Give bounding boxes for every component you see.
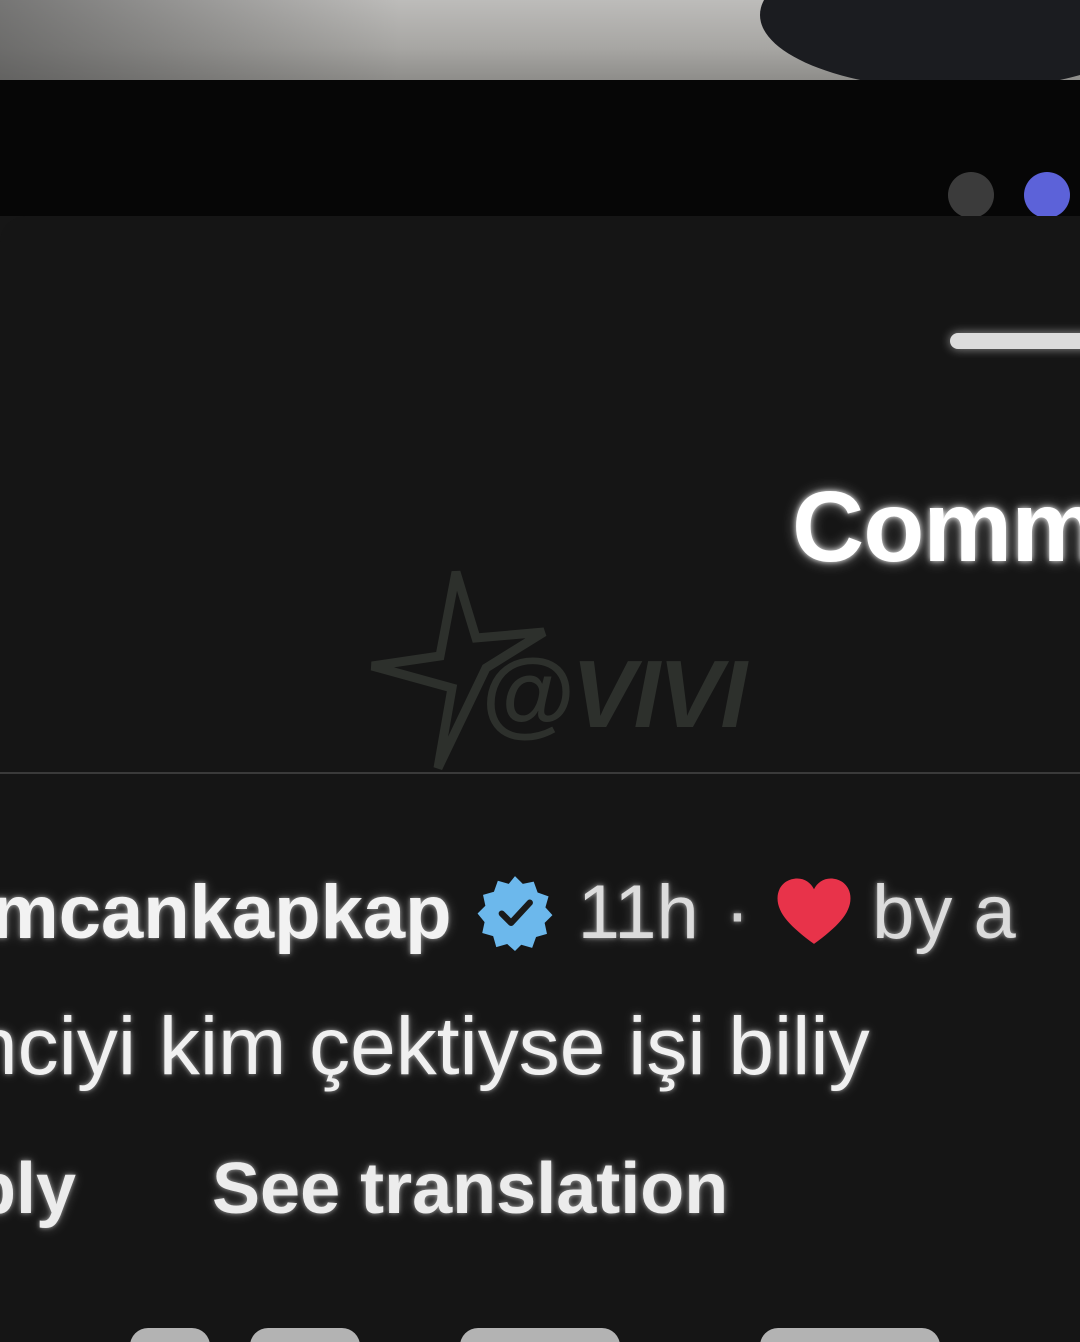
heart-icon — [777, 878, 851, 944]
carousel-dot — [948, 172, 994, 218]
comment-text: nciyi kim çektiyse işi biliy — [0, 1001, 870, 1092]
comment-header: imcankapkap 11h · by a — [0, 862, 1016, 962]
carousel-dot-active — [1024, 172, 1070, 218]
divider — [0, 772, 1080, 774]
watermark-text: @VIVI — [480, 641, 747, 748]
comment-actions: ply See translation — [0, 1148, 728, 1230]
comment-username[interactable]: imcankapkap — [0, 869, 452, 956]
carousel-indicator — [948, 172, 1070, 218]
screen: Comm @VIVI imcankapkap 11h · by a nciyi … — [0, 0, 1080, 1342]
reply-button[interactable]: ply — [0, 1148, 76, 1230]
verified-badge-icon — [477, 876, 553, 951]
sheet-drag-handle[interactable] — [950, 333, 1080, 349]
comment-time: 11h — [577, 869, 699, 955]
sheet-title: Comm — [792, 471, 1080, 583]
liked-by-author: by a — [872, 869, 1016, 955]
see-translation-button[interactable]: See translation — [212, 1148, 728, 1230]
meta-separator: · — [724, 869, 751, 955]
post-background — [0, 80, 1080, 216]
post-photo — [0, 0, 1080, 80]
next-comment-peek — [0, 1320, 1080, 1342]
